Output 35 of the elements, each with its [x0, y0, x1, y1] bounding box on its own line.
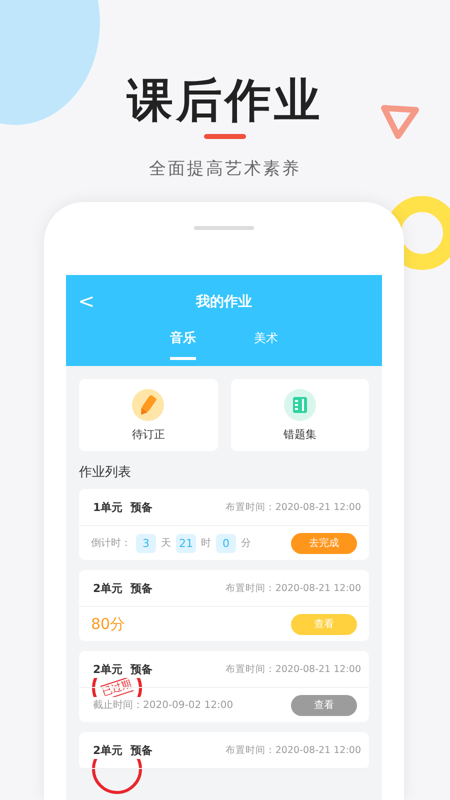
headline: 课后作业	[127, 72, 323, 128]
shortcut-label: 待订正	[132, 426, 165, 442]
score: 80分	[91, 614, 126, 634]
assigned-time: 布置时间：2020-08-21 12:00	[225, 744, 361, 756]
assigned-time: 布置时间：2020-08-21 12:00	[225, 500, 361, 514]
homework-title: 1单元 预备	[91, 498, 154, 516]
homework-title: 2单元 预备	[91, 742, 154, 758]
deadline-text: 截止时间：2020-09-02 12:00	[91, 697, 236, 713]
speaker-slot	[194, 226, 254, 230]
assigned-time: 布置时间：2020-08-21 12:00	[225, 662, 361, 676]
headline-underline	[204, 134, 246, 139]
pencil-icon	[132, 388, 164, 420]
screen-title: 我的作业	[196, 293, 252, 311]
homework-title: 2单元 预备	[91, 580, 154, 596]
tab[interactable]: 美术	[254, 329, 278, 360]
view-button[interactable]: 查看	[291, 614, 357, 634]
section-title: 作业列表	[79, 464, 132, 481]
tab[interactable]: 音乐	[170, 329, 196, 360]
subtitle: 全面提高艺术素养	[149, 158, 301, 180]
assigned-time: 布置时间：2020-08-21 12:00	[225, 582, 361, 594]
countdown-value: 21	[176, 534, 196, 552]
homework-title: 2单元 预备	[91, 660, 154, 678]
shortcut-card[interactable]: 待订正	[79, 379, 218, 451]
countdown-value: 3	[136, 534, 156, 552]
notebook-icon	[284, 388, 316, 420]
countdown-value: 0	[216, 534, 236, 552]
back-button[interactable]: <	[74, 289, 99, 313]
countdown-unit: 天	[161, 537, 171, 550]
view-button[interactable]: 去完成	[291, 532, 357, 554]
countdown-label: 倒计时：	[91, 536, 131, 550]
triangle-decoration	[380, 102, 420, 142]
countdown-unit: 分	[241, 537, 251, 550]
shortcut-label: 错题集	[283, 426, 316, 442]
shortcut-card[interactable]: 错题集	[230, 379, 369, 451]
countdown-unit: 时	[201, 536, 211, 550]
